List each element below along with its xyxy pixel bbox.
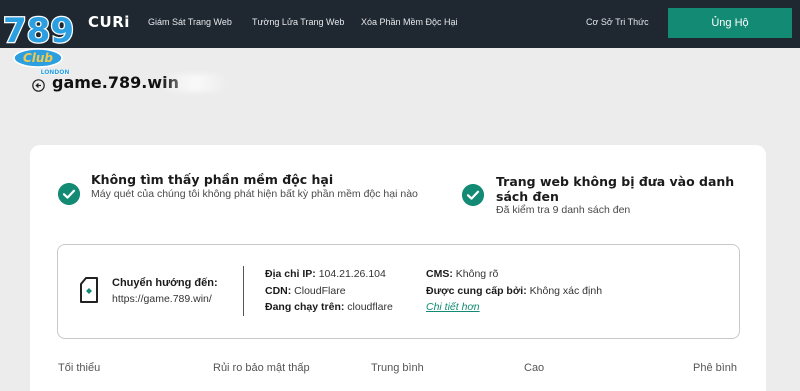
risk-level-minimal: Tối thiểu [58, 362, 101, 374]
malware-result-description: Máy quét của chúng tôi không phát hiện b… [91, 188, 418, 200]
donate-button[interactable]: Ủng Hộ [668, 8, 792, 38]
nav-link-website-monitoring[interactable]: Giám Sát Trang Web [148, 17, 232, 27]
brand-name: CURi [88, 13, 130, 31]
cdn-value: CloudFlare [294, 285, 346, 297]
nav-link-knowledge-base[interactable]: Cơ Sở Tri Thức [586, 17, 649, 27]
logo-word: Club [23, 51, 53, 65]
ip-label: Địa chỉ IP: [265, 268, 316, 280]
info-divider [243, 266, 244, 316]
hosting-row: Được cung cấp bởi: Không xác định [426, 285, 602, 297]
cms-row: CMS: Không rõ [426, 268, 498, 280]
cms-label: CMS: [426, 268, 453, 280]
redirect-label: Chuyển hướng đến: [112, 277, 218, 289]
risk-level-low: Rủi ro bảo mật thấp [213, 362, 310, 374]
running-on-row: Đang chạy trên: cloudflare [265, 301, 393, 313]
back-arrow-icon[interactable] [32, 79, 45, 92]
logo-number: 789 [3, 11, 74, 51]
site-info-box [57, 244, 740, 339]
risk-level-critical: Phê bình [693, 362, 738, 374]
risk-level-medium: Trung bình [371, 362, 424, 374]
hosting-value: Không xác định [529, 285, 603, 297]
check-circle-icon [58, 183, 80, 205]
redirect-value: https://game.789.win/ [112, 293, 212, 305]
blurred-region [160, 74, 230, 92]
cdn-row: CDN: CloudFlare [265, 285, 346, 297]
malware-result-title: Không tìm thấy phần mềm độc hại [91, 172, 334, 187]
brand-logo[interactable]: 789 Club LONDON [0, 0, 90, 84]
nav-link-malware-removal[interactable]: Xóa Phần Mềm Độc Hại [361, 17, 458, 27]
ip-value: 104.21.26.104 [318, 268, 386, 280]
ip-address-row: Địa chỉ IP: 104.21.26.104 [265, 268, 386, 280]
running-label: Đang chạy trên: [265, 301, 345, 313]
cms-value: Không rõ [455, 268, 499, 280]
document-redirect-icon [80, 277, 98, 303]
more-details-link[interactable]: Chi tiết hơn [426, 301, 480, 313]
top-navigation-bar: CURi Giám Sát Trang Web Tường Lửa Trang … [0, 0, 800, 48]
blacklist-result-title: Trang web không bị đưa vào danh sách đen [496, 174, 735, 204]
blacklist-result-description: Đã kiểm tra 9 danh sách đen [496, 204, 631, 216]
running-value: cloudflare [347, 301, 393, 313]
nav-link-website-firewall[interactable]: Tường Lửa Trang Web [252, 17, 344, 27]
risk-level-high: Cao [524, 362, 545, 374]
check-circle-icon [462, 184, 484, 206]
cdn-label: CDN: [265, 285, 292, 297]
hosting-label: Được cung cấp bởi: [426, 285, 527, 297]
